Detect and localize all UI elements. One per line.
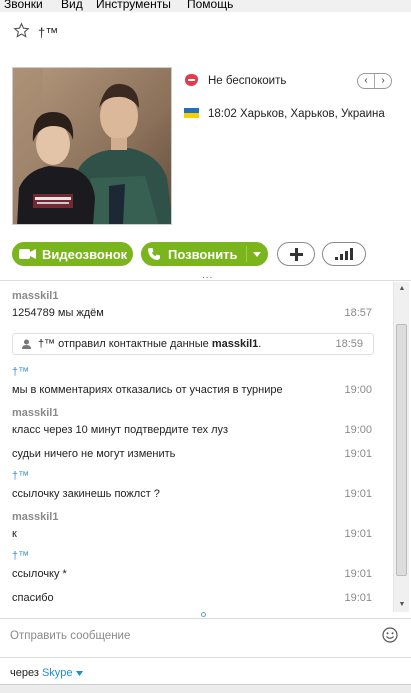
message-text: ссылочку * bbox=[12, 568, 67, 580]
message-row: ссылочку * 19:01 bbox=[12, 568, 372, 580]
scroll-down-arrow-icon[interactable]: ▼ bbox=[394, 598, 410, 612]
menu-tools[interactable]: Инструменты bbox=[96, 0, 171, 11]
chat-history: masskil1 1254789 мы ждём 18:57 †™ отправ… bbox=[0, 282, 393, 612]
message-time: 19:01 bbox=[344, 488, 372, 500]
message-text: ссылочку закинешь пожлст ? bbox=[12, 488, 160, 500]
menu-help[interactable]: Помощь bbox=[187, 0, 233, 11]
plus-icon bbox=[289, 247, 303, 261]
message-sender: masskil1 bbox=[12, 290, 59, 302]
message-input[interactable] bbox=[10, 627, 370, 645]
message-sender-row: †™ bbox=[12, 550, 372, 562]
send-via: через Skype bbox=[10, 667, 83, 679]
message-text: мы в комментариях отказались от участия … bbox=[12, 384, 283, 396]
message-text: к bbox=[12, 528, 17, 540]
message-row: ссылочку закинешь пожлст ? 19:01 bbox=[12, 488, 372, 500]
system-message-text: †™ отправил контактные данные masskil1. bbox=[38, 338, 261, 350]
message-sender: †™ bbox=[12, 470, 30, 482]
video-call-button[interactable]: Видеозвонок bbox=[12, 242, 133, 266]
chat-scrollbar[interactable]: ▲ ▼ bbox=[393, 282, 409, 612]
scroll-up-arrow-icon[interactable]: ▲ bbox=[394, 282, 410, 296]
shared-contact-name: masskil1 bbox=[211, 338, 259, 350]
message-sender-row: †™ bbox=[12, 366, 372, 378]
profile-nav: ‹ › bbox=[357, 73, 392, 89]
contact-avatar bbox=[12, 67, 172, 225]
person-icon bbox=[22, 339, 31, 349]
message-sender-row: †™ bbox=[12, 470, 372, 482]
menu-view[interactable]: Вид bbox=[61, 0, 83, 11]
scrollbar-thumb[interactable] bbox=[396, 324, 407, 576]
via-label: через bbox=[10, 667, 39, 679]
message-time: 18:57 bbox=[344, 307, 372, 319]
local-time-location: 18:02 Харьков, Харьков, Украина bbox=[208, 108, 385, 120]
typing-indicator-icon bbox=[201, 612, 206, 617]
system-action-text: отправил контактные данные bbox=[55, 338, 212, 350]
video-camera-icon bbox=[19, 249, 36, 259]
add-participant-button[interactable] bbox=[277, 242, 315, 266]
message-text: класс через 10 минут подтвердите тех луз bbox=[12, 424, 229, 436]
message-time: 19:01 bbox=[344, 448, 372, 460]
do-not-disturb-icon bbox=[185, 74, 198, 86]
local-time: 18:02 bbox=[208, 108, 237, 120]
window-bottom-edge bbox=[0, 684, 411, 693]
contact-name: †™ bbox=[38, 25, 59, 40]
message-time: 19:00 bbox=[344, 384, 372, 396]
menu-bar: Звонки Вид Инструменты Помощь bbox=[0, 0, 411, 12]
next-arrow-icon[interactable]: › bbox=[375, 74, 391, 88]
message-text: 1254789 мы ждём bbox=[12, 307, 104, 319]
message-row: мы в комментариях отказались от участия … bbox=[12, 384, 372, 396]
message-sender: masskil1 bbox=[12, 407, 59, 419]
call-quality-button[interactable] bbox=[322, 242, 366, 266]
message-sender: †™ bbox=[12, 366, 30, 378]
phone-icon bbox=[148, 248, 160, 260]
message-time: 19:00 bbox=[344, 424, 372, 436]
location-text: Харьков, Харьков, Украина bbox=[239, 108, 385, 120]
message-sender-row: masskil1 bbox=[12, 407, 372, 419]
compose-area bbox=[0, 618, 411, 652]
message-sender-row: masskil1 bbox=[12, 290, 372, 302]
prev-arrow-icon[interactable]: ‹ bbox=[358, 74, 375, 88]
message-row: класс через 10 минут подтвердите тех луз… bbox=[12, 424, 372, 436]
message-sender: masskil1 bbox=[12, 511, 59, 523]
message-time: 19:01 bbox=[344, 592, 372, 604]
service-name: Skype bbox=[41, 667, 73, 679]
chevron-down-icon bbox=[75, 671, 83, 676]
message-row: судьи ничего не могут изменить 19:01 bbox=[12, 448, 372, 460]
system-sender: †™ bbox=[38, 338, 56, 350]
message-text: спасибо bbox=[12, 592, 54, 604]
system-end-text: . bbox=[258, 338, 262, 350]
message-row: 1254789 мы ждём 18:57 bbox=[12, 307, 372, 319]
call-label: Позвонить bbox=[168, 246, 238, 262]
message-sender-row: masskil1 bbox=[12, 511, 372, 523]
menu-calls[interactable]: Звонки bbox=[4, 0, 43, 11]
video-call-label: Видеозвонок bbox=[42, 246, 128, 262]
chevron-down-icon bbox=[253, 251, 261, 257]
call-button[interactable]: Позвонить bbox=[141, 242, 268, 266]
call-dropdown[interactable] bbox=[246, 242, 268, 266]
divider bbox=[0, 657, 411, 658]
ukraine-flag-icon bbox=[184, 108, 199, 118]
system-message: †™ отправил контактные данные masskil1. … bbox=[12, 333, 374, 355]
message-sender: †™ bbox=[12, 550, 30, 562]
message-text: судьи ничего не могут изменить bbox=[12, 448, 176, 460]
message-row: спасибо 19:01 bbox=[12, 592, 372, 604]
message-row: к 19:01 bbox=[12, 528, 372, 540]
presence-status: Не беспокоить bbox=[208, 75, 287, 87]
service-selector[interactable]: Skype bbox=[42, 667, 83, 679]
signal-bars-icon bbox=[335, 248, 353, 260]
favorite-star-icon[interactable] bbox=[13, 22, 30, 39]
divider bbox=[0, 280, 411, 281]
emoticon-icon[interactable] bbox=[382, 627, 398, 643]
message-time: 19:01 bbox=[344, 568, 372, 580]
message-time: 18:59 bbox=[335, 338, 363, 350]
conversation-header: †™ bbox=[0, 12, 411, 52]
message-time: 19:01 bbox=[344, 528, 372, 540]
